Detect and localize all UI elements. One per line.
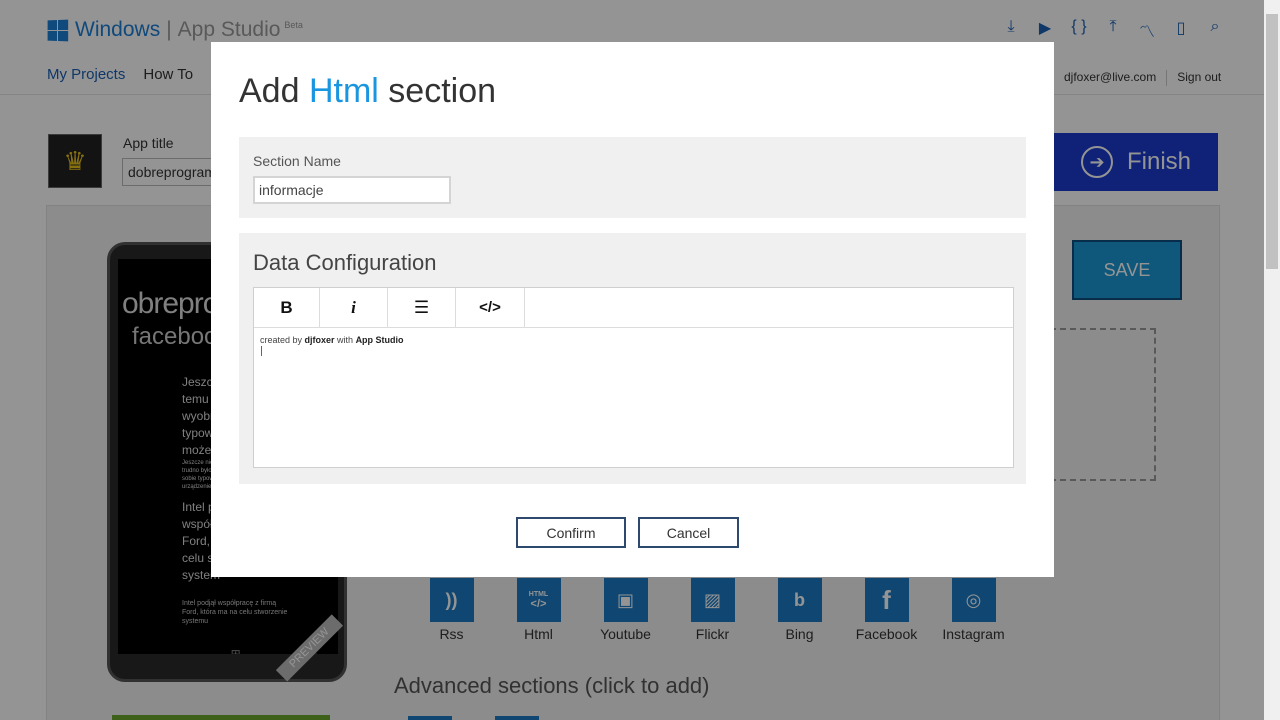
title-highlight: Html <box>308 72 379 110</box>
list-icon: ☰ <box>413 297 430 317</box>
source-code-button[interactable]: </> <box>456 288 525 327</box>
section-name-group: Section Name <box>239 137 1026 218</box>
scrollbar-thumb[interactable] <box>1266 14 1278 269</box>
code-icon: </> <box>479 299 501 316</box>
italic-button[interactable]: i <box>320 288 388 327</box>
bold-button[interactable]: B <box>254 288 320 327</box>
cancel-button[interactable]: Cancel <box>638 517 739 548</box>
editor-text: created by <box>260 335 305 345</box>
html-editor: B i ☰ </> created by djfoxer with App St… <box>253 287 1014 468</box>
title-suffix: section <box>378 72 497 110</box>
editor-app-name: App Studio <box>355 335 404 345</box>
confirm-button[interactable]: Confirm <box>516 517 626 548</box>
section-name-label: Section Name <box>253 153 341 169</box>
title-prefix: Add <box>239 72 309 110</box>
text-caret <box>261 346 262 356</box>
dialog-title: Add Html section <box>239 72 496 111</box>
add-html-section-dialog: Add Html section Section Name Data Confi… <box>211 42 1054 577</box>
data-configuration-title: Data Configuration <box>253 250 437 275</box>
data-configuration-group: Data Configuration B i ☰ </> created by … <box>239 233 1026 484</box>
editor-text: with <box>334 335 356 345</box>
section-name-input[interactable] <box>253 176 451 204</box>
editor-author: djfoxer <box>304 335 335 345</box>
list-button[interactable]: ☰ <box>388 288 456 327</box>
editor-toolbar: B i ☰ </> <box>254 288 1013 328</box>
editor-content[interactable]: created by djfoxer with App Studio <box>260 335 404 345</box>
page-scrollbar[interactable] <box>1264 0 1280 720</box>
